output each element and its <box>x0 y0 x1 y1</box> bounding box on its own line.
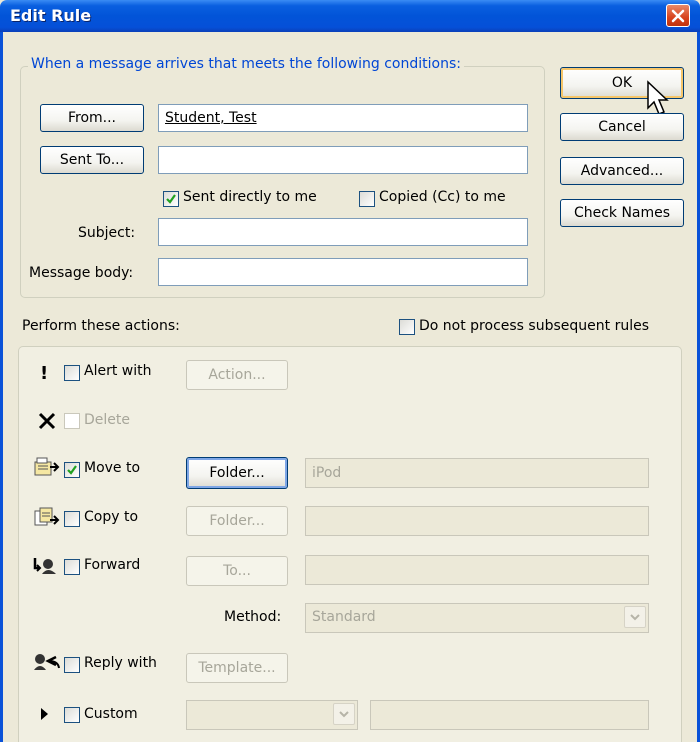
forward-label: Forward <box>84 557 141 573</box>
sent-to-field[interactable] <box>158 146 528 174</box>
message-body-label: Message body: <box>29 265 134 281</box>
advanced-button[interactable]: Advanced... <box>560 157 684 185</box>
check-mark-icon <box>67 465 77 475</box>
forward-icon <box>32 554 60 580</box>
from-button[interactable]: From... <box>40 104 144 132</box>
forward-to-button[interactable]: To... <box>186 556 288 586</box>
move-to-folder-icon <box>34 456 60 482</box>
copy-folder-button[interactable]: Folder... <box>186 506 288 536</box>
delete-label: Delete <box>84 412 130 428</box>
title-bar[interactable] <box>0 0 700 32</box>
reply-with-label: Reply with <box>84 655 157 671</box>
check-mark-icon <box>166 194 176 204</box>
move-folder-field[interactable]: iPod <box>305 458 649 488</box>
window-title: Edit Rule <box>10 6 92 25</box>
custom-label: Custom <box>84 706 138 722</box>
subject-label: Subject: <box>78 225 136 241</box>
from-value: Student, Test <box>165 110 257 126</box>
alert-action-button[interactable]: Action... <box>186 360 288 390</box>
reply-with-checkbox[interactable] <box>64 657 80 673</box>
move-folder-button[interactable]: Folder... <box>186 457 288 489</box>
from-field[interactable]: Student, Test <box>158 104 528 132</box>
method-label: Method: <box>224 609 282 625</box>
do-not-process-checkbox[interactable] <box>399 319 415 335</box>
move-to-label: Move to <box>84 460 141 476</box>
sent-to-button[interactable]: Sent To... <box>40 146 144 174</box>
x-delete-icon <box>38 412 56 434</box>
copy-to-label: Copy to <box>84 509 139 525</box>
cancel-button[interactable]: Cancel <box>560 113 684 141</box>
method-select[interactable]: Standard <box>305 603 649 633</box>
actions-panel <box>18 346 682 742</box>
chevron-down-icon <box>630 614 640 621</box>
exclamation-icon: ! <box>40 363 49 384</box>
copy-to-checkbox[interactable] <box>64 511 80 527</box>
custom-dropdown-arrow[interactable] <box>333 703 355 725</box>
forward-to-field[interactable] <box>305 555 649 585</box>
close-icon <box>671 9 685 23</box>
triangle-right-icon <box>40 707 50 725</box>
window-frame-left <box>0 32 3 742</box>
sent-directly-checkbox[interactable] <box>163 191 179 207</box>
forward-checkbox[interactable] <box>64 559 80 575</box>
custom-checkbox[interactable] <box>64 707 80 723</box>
conditions-legend: When a message arrives that meets the fo… <box>28 56 464 72</box>
close-button[interactable] <box>666 4 690 27</box>
reply-template-button[interactable]: Template... <box>186 653 288 683</box>
check-names-button[interactable]: Check Names <box>560 199 684 227</box>
move-to-checkbox[interactable] <box>64 462 80 478</box>
subject-field[interactable] <box>158 218 528 246</box>
copied-cc-checkbox[interactable] <box>359 191 375 207</box>
chevron-down-icon <box>339 711 349 718</box>
custom-select[interactable] <box>186 700 358 730</box>
alert-checkbox[interactable] <box>64 365 80 381</box>
method-dropdown-arrow[interactable] <box>624 606 646 628</box>
reply-icon <box>32 651 62 677</box>
do-not-process-label: Do not process subsequent rules <box>419 318 649 334</box>
copied-cc-label: Copied (Cc) to me <box>379 189 506 205</box>
method-value: Standard <box>312 609 376 625</box>
message-body-field[interactable] <box>158 258 528 286</box>
copy-to-folder-icon <box>34 506 60 532</box>
sent-directly-label: Sent directly to me <box>183 189 317 205</box>
delete-checkbox[interactable] <box>64 413 80 429</box>
custom-text-field[interactable] <box>370 700 649 730</box>
copy-folder-field[interactable] <box>305 506 649 536</box>
alert-label: Alert with <box>84 363 152 379</box>
actions-title: Perform these actions: <box>22 318 180 334</box>
